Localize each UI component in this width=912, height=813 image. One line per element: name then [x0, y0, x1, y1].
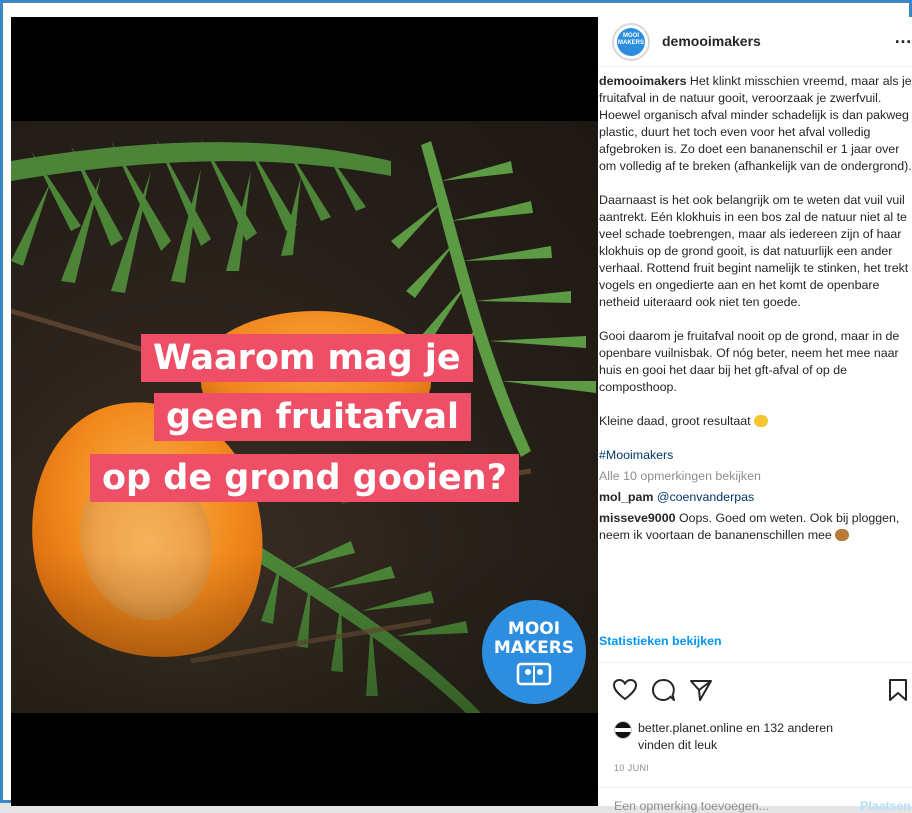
browser-frame: Waarom mag je geen fruitafval op de gron… [0, 0, 912, 813]
post-date: 10 JUNI [614, 763, 650, 773]
post-media[interactable]: Waarom mag je geen fruitafval op de gron… [11, 17, 598, 806]
headline-line-1: Waarom mag je [141, 334, 473, 382]
avatar-logo: MOOI MAKERS [617, 28, 645, 56]
comment-1: mol_pam @coenvanderpas [599, 489, 912, 506]
caption-paragraph-4: Kleine daad, groot resultaat [599, 413, 912, 430]
divider [598, 662, 912, 663]
view-insights-link[interactable]: Statistieken bekijken [599, 634, 722, 648]
share-icon[interactable] [688, 677, 714, 703]
fist-emoji [754, 415, 768, 427]
hashtag-link[interactable]: #Mooimakers [599, 447, 912, 464]
action-bar [612, 677, 912, 707]
headline-line-2: geen fruitafval [154, 393, 472, 441]
caption-username[interactable]: demooimakers [599, 74, 686, 88]
headline-line-3: op de grond gooien? [90, 454, 519, 502]
username-link[interactable]: demooimakers [662, 33, 761, 49]
liker-username[interactable]: better.planet.online [638, 721, 743, 735]
mooimakers-logo: MOOI MAKERS [482, 600, 586, 704]
caption-paragraph-2: Daarnaast is het ook belangrijk om te we… [599, 193, 909, 309]
comment-username[interactable]: mol_pam [599, 490, 653, 504]
post-side-panel: MOOI MAKERS demooimakers … demooimakers … [598, 17, 912, 813]
post-comment-button[interactable]: Plaatsen [860, 799, 911, 813]
likes-suffix: vinden dit leuk [638, 738, 718, 752]
caption: demooimakers Het klinkt misschien vreemd… [599, 73, 912, 544]
post-header: MOOI MAKERS demooimakers … [598, 17, 912, 67]
post-photo: Waarom mag je geen fruitafval op de gron… [11, 121, 598, 713]
heart-icon[interactable] [612, 677, 638, 703]
comment-icon[interactable] [650, 677, 676, 703]
logo-line-2: MAKERS [493, 638, 575, 658]
liker-avatar[interactable] [614, 721, 632, 739]
caption-paragraph-1: demooimakers Het klinkt misschien vreemd… [599, 73, 912, 175]
view-all-comments-link[interactable]: Alle 10 opmerkingen bekijken [599, 468, 912, 485]
caption-text-1: Het klinkt misschien vreemd, maar als je… [599, 74, 912, 173]
caption-paragraph-3: Gooi daarom je fruitafval nooit op de gr… [599, 329, 900, 394]
avatar-text-2: MAKERS [617, 40, 644, 46]
comment-2: misseve9000 Oops. Goed om weten. Ook bij… [599, 510, 912, 544]
likes-connector: en [742, 721, 764, 735]
logo-line-1: MOOI [507, 619, 561, 639]
likes-text: better.planet.online en 132 anderen vind… [638, 720, 908, 754]
likes-others-link[interactable]: 132 anderen [763, 721, 833, 735]
hand-emoji [835, 529, 850, 541]
comment-mention[interactable]: @coenvanderpas [657, 490, 754, 504]
bookmark-icon[interactable] [886, 677, 910, 703]
divider [598, 787, 912, 788]
trash-bin-icon [516, 662, 552, 686]
caption-text-4: Kleine daad, groot resultaat [599, 414, 751, 428]
more-icon[interactable]: … [894, 27, 912, 48]
avatar-text-1: MOOI [623, 33, 639, 39]
avatar[interactable]: MOOI MAKERS [612, 23, 650, 61]
comment-username[interactable]: misseve9000 [599, 511, 675, 525]
add-comment-input[interactable]: Een opmerking toevoegen... [614, 799, 769, 813]
